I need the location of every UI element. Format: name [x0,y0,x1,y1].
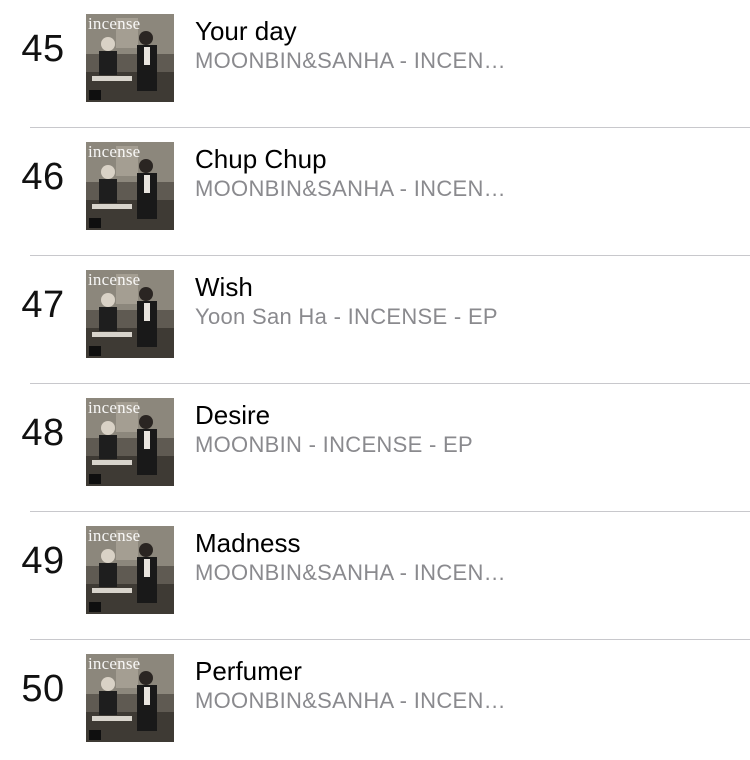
album-artwork: incense [86,142,174,230]
song-info: Your day MOONBIN&SANHA - INCEN… [195,15,730,75]
song-rank: 47 [21,284,65,326]
song-info: Wish Yoon San Ha - INCENSE - EP [195,271,730,331]
song-row-49[interactable]: 49 incense Madness MOONBIN&SANHA - INCEN… [0,512,750,640]
song-info: Madness MOONBIN&SANHA - INCEN… [195,527,730,587]
song-rank: 50 [21,668,65,710]
song-subtitle: MOONBIN&SANHA - INCEN… [195,560,506,585]
album-artwork: incense [86,398,174,486]
song-list: 45 incense Your day MOONBIN&SANHA - INCE… [0,0,750,760]
song-rank: 46 [21,156,65,198]
song-rank: 49 [21,540,65,582]
song-title: Madness [195,528,301,558]
song-row-47[interactable]: 47 incense Wish Yoon San Ha - INCENSE - … [0,256,750,384]
album-artwork: incense [86,654,174,742]
song-info: Chup Chup MOONBIN&SANHA - INCEN… [195,143,730,203]
song-rank: 48 [21,412,65,454]
album-cover-title: incense [88,14,141,33]
song-row-45[interactable]: 45 incense Your day MOONBIN&SANHA - INCE… [0,0,750,128]
song-info: Perfumer MOONBIN&SANHA - INCEN… [195,655,730,715]
song-title: Chup Chup [195,144,327,174]
song-title: Your day [195,16,297,46]
album-artwork: incense [86,270,174,358]
song-rank: 45 [21,28,65,70]
album-cover-title: incense [88,526,141,545]
song-title: Desire [195,400,271,430]
song-row-48[interactable]: 48 incense Desire MOONBIN - INCENSE - EP [0,384,750,512]
album-cover-title: incense [88,142,141,161]
song-subtitle: MOONBIN&SANHA - INCEN… [195,688,506,713]
song-subtitle: Yoon San Ha - INCENSE - EP [195,304,498,329]
album-cover-title: incense [88,398,141,417]
song-subtitle: MOONBIN - INCENSE - EP [195,432,473,457]
song-row-46[interactable]: 46 incense Chup Chup MOONBIN&SANHA - INC… [0,128,750,256]
song-subtitle: MOONBIN&SANHA - INCEN… [195,176,506,201]
song-row-50[interactable]: 50 incense Perfumer MOONBIN&SANHA - INCE… [0,640,750,760]
album-artwork: incense [86,14,174,102]
song-title: Perfumer [195,656,302,686]
album-artwork: incense [86,526,174,614]
song-subtitle: MOONBIN&SANHA - INCEN… [195,48,506,73]
song-title: Wish [195,272,253,302]
song-info: Desire MOONBIN - INCENSE - EP [195,399,730,459]
album-cover-title: incense [88,654,141,673]
album-cover-title: incense [88,270,141,289]
